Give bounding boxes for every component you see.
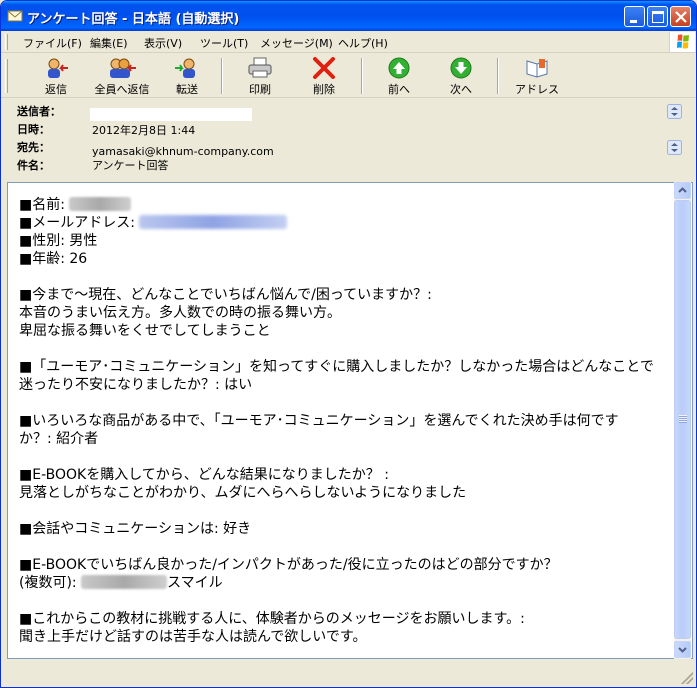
envelope-icon (7, 10, 23, 22)
question-5: ■会話やコミュニケーションは: 好き (19, 521, 252, 537)
status-bar (1, 663, 696, 687)
scroll-thumb[interactable] (674, 200, 691, 639)
previous-label: 前へ (388, 83, 410, 96)
message-window: アンケート回答 - 日本語 (自動選択) ファイル(F) 編集(E) 表示(V)… (0, 0, 697, 688)
arrow-up-icon (388, 57, 410, 79)
name-line: ■名前: (19, 196, 669, 214)
title-bar[interactable]: アンケート回答 - 日本語 (自動選択) (1, 1, 696, 31)
question-6-line-2: (複数可): スマイル (19, 574, 669, 592)
menu-grip (5, 34, 8, 50)
maximize-button[interactable] (647, 6, 668, 27)
reply-all-icon (110, 58, 136, 78)
windows-flag-icon (677, 34, 689, 49)
menu-help[interactable]: ヘルプ(H) (338, 35, 388, 51)
date-label: 日時： (17, 123, 50, 136)
message-text: ■名前: ■メールアドレス: ■性別: 男性 ■年齢: 26 ■今まで～現在、ど… (19, 196, 669, 646)
answer-1-line-2: 卑屈な振る舞いをくせでしてしまうこと (19, 323, 271, 339)
menu-file[interactable]: ファイル(F) (23, 35, 82, 51)
menu-bar: ファイル(F) 編集(E) 表示(V) ツール(T) メッセージ(M) ヘルプ(… (1, 31, 696, 53)
question-2-line-2: 迷ったり不安になりましたか？: はい (19, 377, 253, 393)
address-book-icon (526, 59, 548, 78)
answer-7: 聞き上手だけど話すのは苦手な人は読んで欲しいです。 (19, 629, 367, 645)
gender-line: ■性別: 男性 (19, 233, 98, 249)
chevron-up-icon (678, 187, 687, 193)
previous-button[interactable]: 前へ (377, 56, 421, 96)
vertical-scrollbar[interactable] (674, 182, 691, 659)
printer-icon (248, 57, 272, 78)
windows-logo (669, 32, 695, 52)
forward-icon (175, 58, 195, 78)
redacted-email (139, 215, 288, 229)
question-3-line-1: ■いろいろな商品がある中で、「ユーモア･コミュニケーション」を選んでくれた決め手… (19, 413, 619, 429)
window-title: アンケート回答 - 日本語 (自動選択) (27, 12, 240, 27)
menu-edit[interactable]: 編集(E) (90, 35, 128, 51)
delete-x-icon (313, 57, 335, 79)
email-line: ■メールアドレス: (19, 214, 669, 232)
reply-button[interactable]: 返信 (31, 56, 81, 96)
forward-button[interactable]: 転送 (163, 56, 211, 96)
question-1: ■今まで～現在、どんなことでいちばん悩んで/困っていますか？: (19, 287, 432, 303)
email-label: ■メールアドレス: (19, 215, 135, 231)
minimize-button[interactable] (624, 6, 645, 27)
question-4: ■E-BOOKを購入してから、どんな結果になりましたか？ : (19, 467, 389, 483)
subject-value: アンケート回答 (92, 159, 169, 172)
name-label: ■名前: (19, 197, 65, 213)
question-6-line-1: ■E-BOOKでいちばん良かった/インパクトがあった/役に立ったのはどの部分です… (19, 557, 558, 573)
print-button[interactable]: 印刷 (237, 56, 283, 96)
close-icon (675, 11, 687, 23)
redacted-name (69, 197, 132, 211)
address-book-label: アドレス (515, 83, 559, 96)
reply-label: 返信 (45, 83, 67, 96)
chevron-down-icon (678, 647, 687, 653)
scroll-down-button[interactable] (674, 641, 691, 658)
message-body[interactable]: ■名前: ■メールアドレス: ■性別: 男性 ■年齢: 26 ■今まで～現在、ど… (7, 182, 693, 659)
reply-all-button[interactable]: 全員へ返信 (89, 56, 155, 96)
minimize-icon (630, 20, 637, 23)
to-scroll-icon[interactable] (667, 140, 682, 155)
toolbar-separator (221, 58, 223, 94)
reply-icon (48, 58, 68, 78)
question-3-line-2: か？: 紹介者 (19, 431, 99, 447)
toolbar: 返信 全員へ返信 転送 印刷 削除 前へ 次へ アドレス (1, 54, 696, 98)
age-line: ■年齢: 26 (19, 251, 88, 267)
from-label: 送信者： (17, 105, 61, 118)
q6-prefix: (複数可): (19, 575, 77, 591)
reply-all-label: 全員へ返信 (94, 83, 150, 96)
maximize-icon (652, 11, 664, 23)
date-value: 2012年2月8日 1:44 (92, 124, 196, 137)
print-label: 印刷 (249, 83, 271, 96)
menu-view[interactable]: 表示(V) (144, 35, 182, 51)
redacted-answer (81, 575, 168, 589)
menu-message[interactable]: メッセージ(M) (260, 35, 333, 51)
subject-label: 件名： (17, 159, 50, 172)
from-scroll-icon[interactable] (667, 104, 682, 119)
answer-4: 見落としがちなことがわかり、ムダにへらへらしないようになりました (19, 485, 467, 501)
delete-label: 削除 (313, 83, 335, 96)
delete-button[interactable]: 削除 (301, 56, 347, 96)
question-7: ■これからこの教材に挑戦する人に、体験者からのメッセージをお願いします。: (19, 611, 525, 627)
to-label: 宛先： (17, 141, 50, 154)
answer-1-line-1: 本音のうまい伝え方。多人数での時の振る舞い方。 (19, 305, 341, 321)
sender-field-redacted (90, 108, 252, 121)
next-button[interactable]: 次へ (439, 56, 483, 96)
address-book-button[interactable]: アドレス (511, 56, 563, 96)
scroll-up-button[interactable] (674, 182, 691, 199)
q6-suffix: スマイル (167, 575, 223, 591)
close-button[interactable] (670, 6, 691, 27)
next-label: 次へ (450, 83, 472, 96)
toolbar-separator (361, 58, 363, 94)
toolbar-separator (497, 58, 499, 94)
resize-grip-icon[interactable] (681, 672, 693, 684)
menu-tools[interactable]: ツール(T) (200, 35, 248, 51)
arrow-down-icon (450, 57, 472, 79)
thumb-grip (679, 415, 687, 423)
question-2-line-1: ■「ユーモア･コミュニケーション」を知ってすぐに購入しましたか？しなかった場合は… (19, 359, 654, 375)
toolbar-grip (5, 59, 8, 93)
forward-label: 転送 (176, 83, 198, 96)
